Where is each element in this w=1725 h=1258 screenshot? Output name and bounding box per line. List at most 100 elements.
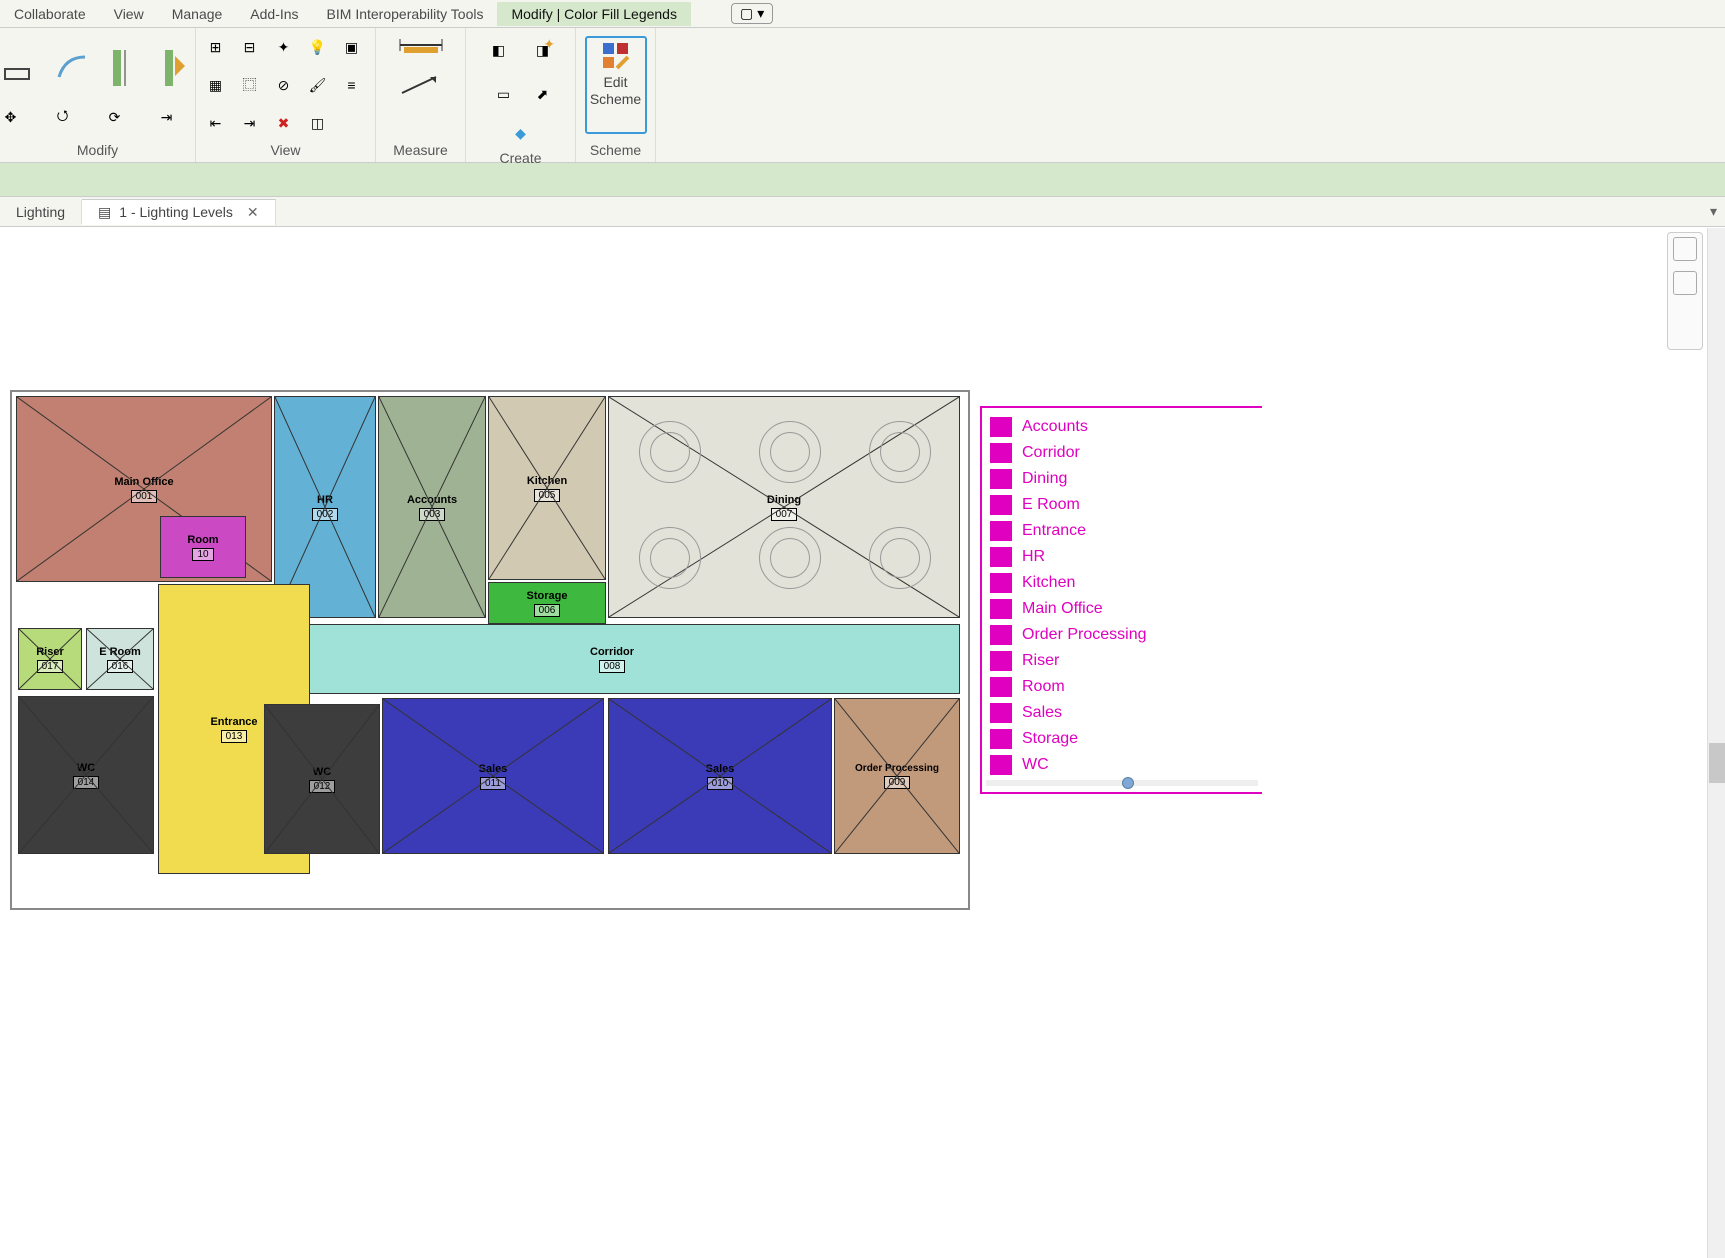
legend-scrollbar[interactable] xyxy=(986,780,1258,786)
room-num: 005 xyxy=(534,489,561,502)
create-new-icon[interactable]: ◨✦ xyxy=(523,30,563,70)
scrollbar-thumb[interactable] xyxy=(1709,743,1725,783)
legend-swatch xyxy=(990,469,1012,489)
room-sales1[interactable]: Sales 011 xyxy=(382,698,604,854)
rotate-copy-icon[interactable]: ⭯ xyxy=(48,102,78,132)
legend-label: Sales xyxy=(1022,704,1062,722)
link-down-icon[interactable]: ◆ xyxy=(506,118,536,148)
dining-table-icon xyxy=(639,527,701,589)
room-num: 003 xyxy=(419,508,446,521)
sheet-icon: ▤ xyxy=(98,204,111,221)
room-room[interactable]: Room 10 xyxy=(160,516,246,578)
room-sales2[interactable]: Sales 010 xyxy=(608,698,832,854)
split-icon[interactable] xyxy=(100,38,148,98)
room-label: Storage xyxy=(527,590,568,602)
view-tab-lighting-levels[interactable]: ▤ 1 - Lighting Levels ✕ xyxy=(82,199,276,225)
list-icon[interactable]: ≡ xyxy=(337,70,367,100)
legend-item[interactable]: Entrance xyxy=(986,518,1258,544)
offset-icon[interactable]: ⊟ xyxy=(235,32,265,62)
legend-label: Order Processing xyxy=(1022,626,1147,644)
legend-scroll-thumb[interactable] xyxy=(1122,777,1134,789)
room-num: 007 xyxy=(771,508,798,521)
legend-item[interactable]: HR xyxy=(986,544,1258,570)
cope-icon[interactable] xyxy=(48,38,96,98)
room-storage[interactable]: Storage 006 xyxy=(488,582,606,624)
room-eroom[interactable]: E Room 016 xyxy=(86,628,154,690)
view-tab-label: 1 - Lighting Levels xyxy=(119,204,233,220)
room-riser[interactable]: Riser 017 xyxy=(18,628,82,690)
room-wc2[interactable]: WC 012 xyxy=(264,704,380,854)
legend-item[interactable]: Storage xyxy=(986,726,1258,752)
align-left-icon[interactable]: ⇤ xyxy=(201,108,231,138)
tab-collaborate[interactable]: Collaborate xyxy=(0,2,100,26)
room-accounts[interactable]: Accounts 003 xyxy=(378,396,486,618)
dining-table-icon xyxy=(639,421,701,483)
rotate-icon[interactable]: ⟳ xyxy=(100,102,130,132)
legend-item[interactable]: Kitchen xyxy=(986,570,1258,596)
legend-item[interactable]: Main Office xyxy=(986,596,1258,622)
vertical-scrollbar[interactable] xyxy=(1707,228,1725,1258)
legend-item[interactable]: Sales xyxy=(986,700,1258,726)
legend-item[interactable]: Order Processing xyxy=(986,622,1258,648)
legend-item[interactable]: Room xyxy=(986,674,1258,700)
create-similar-icon[interactable]: ◧ xyxy=(479,30,519,70)
tab-bim[interactable]: BIM Interoperability Tools xyxy=(313,2,498,26)
align-icon[interactable]: ⊞ xyxy=(201,32,231,62)
room-dining[interactable]: Dining 007 xyxy=(608,396,960,618)
color-fill-legend[interactable]: Accounts Corridor Dining E Room Entrance… xyxy=(980,406,1262,794)
view-tab-lighting[interactable]: Lighting xyxy=(0,200,82,224)
view-cube[interactable] xyxy=(1667,232,1703,350)
legend-item[interactable]: Accounts xyxy=(986,414,1258,440)
room-label: Corridor xyxy=(590,646,634,658)
close-icon[interactable]: ✕ xyxy=(247,204,259,221)
context-chip[interactable]: ▢ ▾ xyxy=(731,3,773,24)
room-kitchen[interactable]: Kitchen 005 xyxy=(488,396,606,580)
legend-label: Kitchen xyxy=(1022,574,1075,592)
pin-icon[interactable]: ✦ xyxy=(269,32,299,62)
cube-icon[interactable]: ◫ xyxy=(303,108,333,138)
legend-item[interactable]: WC xyxy=(986,752,1258,778)
panel-measure: Measure xyxy=(376,28,466,162)
room-corridor[interactable]: Corridor 008 xyxy=(264,624,960,694)
legend-label: Storage xyxy=(1022,730,1078,748)
room-wc1[interactable]: WC 014 xyxy=(18,696,154,854)
legend-label: Main Office xyxy=(1022,600,1103,618)
dimension-icon[interactable] xyxy=(391,30,451,60)
tab-manage[interactable]: Manage xyxy=(158,2,237,26)
unpin-icon[interactable]: ⊘ xyxy=(269,70,299,100)
group-icon[interactable]: ▭ xyxy=(484,74,524,114)
align-right-icon[interactable]: ⇥ xyxy=(235,108,265,138)
light-icon[interactable]: 💡 xyxy=(303,32,333,62)
chevron-down-icon: ▾ xyxy=(757,5,764,22)
view-tabs-overflow-icon[interactable]: ▾ xyxy=(1710,203,1725,220)
array-icon[interactable]: ▦ xyxy=(201,70,231,100)
panel-scheme: Edit Scheme Scheme xyxy=(576,28,656,162)
legend-swatch xyxy=(990,547,1012,567)
room-label: Entrance xyxy=(210,716,257,728)
copy-icon[interactable]: ⿴ xyxy=(235,70,265,100)
legend-item[interactable]: E Room xyxy=(986,492,1258,518)
legend-swatch xyxy=(990,625,1012,645)
paint-icon[interactable]: 🖌 xyxy=(303,70,333,100)
room-orderproc[interactable]: Order Processing 009 xyxy=(834,698,960,854)
legend-swatch xyxy=(990,599,1012,619)
legend-item[interactable]: Corridor xyxy=(986,440,1258,466)
legend-item[interactable]: Dining xyxy=(986,466,1258,492)
tab-addins[interactable]: Add-Ins xyxy=(236,2,312,26)
floor-plan[interactable]: Main Office 001 HR 002 Accounts 003 Kitc… xyxy=(10,390,970,910)
link-diag-icon[interactable]: ⬈ xyxy=(528,79,558,109)
tab-view[interactable]: View xyxy=(100,2,158,26)
legend-item[interactable]: Riser xyxy=(986,648,1258,674)
move-icon[interactable]: ✥ xyxy=(0,102,26,132)
trim-icon[interactable] xyxy=(152,38,200,98)
delete-icon[interactable]: ✖ xyxy=(269,108,299,138)
edit-scheme-button[interactable]: Edit Scheme xyxy=(585,36,647,134)
scheme-icon xyxy=(602,42,630,70)
mirror-icon[interactable]: ⇥ xyxy=(152,102,182,132)
measure-icon[interactable] xyxy=(391,70,451,100)
cube-icon xyxy=(1673,237,1697,261)
modify-tool-icon[interactable] xyxy=(0,38,44,98)
room-label: Accounts xyxy=(407,494,457,506)
tab-modify-colorfill[interactable]: Modify | Color Fill Legends xyxy=(497,2,690,26)
box-icon[interactable]: ▣ xyxy=(337,32,367,62)
